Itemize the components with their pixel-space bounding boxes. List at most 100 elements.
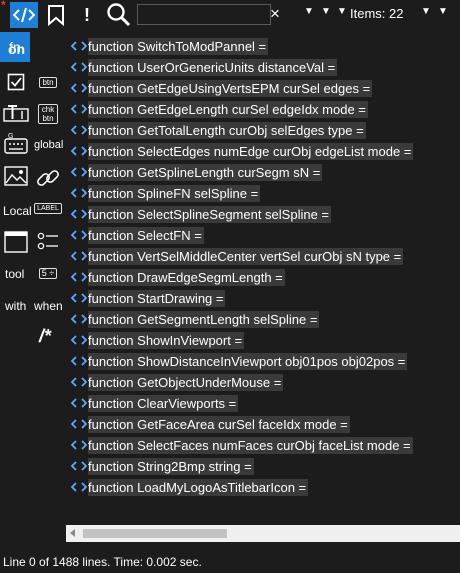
filter-local[interactable]: Local [3,204,32,218]
image-icon[interactable] [4,165,28,189]
list-item[interactable]: function ClearViewports = [66,393,460,414]
chevron-down-icon[interactable]: ▼ [304,6,314,17]
list-item[interactable]: function UserOrGenericUnits distanceVal … [66,57,460,78]
link-icon[interactable] [35,165,61,191]
scrollbar-thumb[interactable] [83,529,227,538]
filter-global[interactable]: global [34,139,63,151]
function-signature: function ShowInViewport = [88,332,245,349]
items-count: Items: 22 [350,6,404,21]
bookmark-icon[interactable] [46,4,66,26]
function-signature: function GetFaceArea curSel faceIdx mode… [88,416,350,433]
window-icon[interactable] [4,230,28,254]
function-signature: function StartDrawing = [88,290,226,307]
list-item[interactable]: function ShowInViewport = [66,330,460,351]
expand-arrows-icon[interactable] [70,123,88,137]
function-signature: function GetEdgeLength curSel edgeIdx mo… [88,101,368,118]
expand-arrows-icon[interactable] [70,102,88,116]
function-signature: function SelectFN = [88,227,204,244]
expand-arrows-icon[interactable] [70,165,88,179]
function-signature: function SwitchToModPannel = [88,38,269,55]
function-list[interactable]: function SwitchToModPannel = function Use… [66,32,460,525]
expand-arrows-icon[interactable] [70,60,88,74]
expand-arrows-icon[interactable] [70,312,88,326]
expand-arrows-icon[interactable] [70,144,88,158]
filter-label[interactable]: LABEL [34,199,62,217]
chk-btn-label: chk btn [38,104,58,124]
function-signature: function ClearViewports = [88,395,239,412]
function-signature: function SplineFN selSpline = [88,185,261,202]
filter-spinner[interactable]: 5 ÷ [36,265,60,281]
search-input[interactable] [137,4,271,25]
spinner-value: 5 [41,267,47,278]
checkbox-icon[interactable] [6,72,26,92]
list-item[interactable]: function SelectFN = [66,225,460,246]
clear-search-button[interactable]: × [270,4,280,24]
list-item[interactable]: function DrawEdgeSegmLength = [66,267,460,288]
expand-arrows-icon[interactable] [70,207,88,221]
function-signature: function GetEdgeUsingVertsEPM curSel edg… [88,80,373,97]
expand-arrows-icon[interactable] [70,480,88,494]
list-item[interactable]: function GetFaceArea curSel faceIdx mode… [66,414,460,435]
list-item[interactable]: function VertSelMiddleCenter vertSel cur… [66,246,460,267]
expand-arrows-icon[interactable] [70,81,88,95]
list-item[interactable]: function GetObjectUnderMouse = [66,372,460,393]
function-signature: function SelectFaces numFaces curObj fac… [88,437,413,454]
chevron-down-icon[interactable]: ▼ [321,6,331,17]
status-bar: Line 0 of 1488 lines. Time: 0.002 sec. [0,542,460,573]
expand-arrows-icon[interactable] [70,438,88,452]
expand-arrows-icon[interactable] [70,291,88,305]
function-signature: function GetSplineLength curSegm sN = [88,164,323,181]
magnifier-icon[interactable] [106,2,132,28]
list-item[interactable]: function String2Bmp string = [66,456,460,477]
expand-arrows-icon[interactable] [70,459,88,473]
expand-arrows-icon[interactable] [70,396,88,410]
list-item[interactable]: function GetSplineLength curSegm sN = [66,162,460,183]
chevron-down-icon[interactable]: ▼ [438,6,448,17]
global-icon[interactable]: G [4,132,28,158]
filter-when[interactable]: when [34,299,63,313]
filter-with[interactable]: with [5,299,26,313]
close-marker[interactable]: * [1,0,6,12]
function-signature: function SelectSplineSegment selSpline = [88,206,332,223]
expand-arrows-icon[interactable] [70,354,88,368]
list-item[interactable]: function LoadMyLogoAsTitlebarIcon = [66,477,460,498]
expand-arrows-icon[interactable] [70,39,88,53]
filter-tool[interactable]: tool [5,267,24,281]
expand-arrows-icon[interactable] [70,375,88,389]
text-field-icon[interactable] [3,102,29,126]
list-item[interactable]: function SelectEdges numEdge curObj edge… [66,141,460,162]
expand-arrows-icon[interactable] [70,417,88,431]
code-view-button[interactable] [10,2,38,28]
chevron-down-icon[interactable]: ▼ [421,6,431,17]
btn-label: btn [39,76,57,88]
toolbar: * ! × ▼ ▼ ▼ Items: 22 ▼ ▼ [0,0,460,30]
radio-list-icon[interactable] [36,231,60,253]
list-item[interactable]: function SelectSplineSegment selSpline = [66,204,460,225]
expand-arrows-icon[interactable] [70,333,88,347]
function-signature: function SelectEdges numEdge curObj edge… [88,143,414,160]
chevron-down-icon[interactable]: ▼ [337,6,347,17]
filter-comment[interactable]: /* [39,326,51,347]
function-signature: function GetObjectUnderMouse = [88,374,284,391]
list-item[interactable]: function ShowDistanceInViewport obj01pos… [66,351,460,372]
scroll-left-arrow[interactable] [70,529,75,537]
expand-arrows-icon[interactable] [70,270,88,284]
important-toggle[interactable]: ! [84,5,90,26]
filter-checkbutton[interactable]: chk btn [36,102,60,126]
expand-arrows-icon[interactable] [70,228,88,242]
list-item[interactable]: function GetTotalLength curObj selEdges … [66,120,460,141]
function-signature: function ShowDistanceInViewport obj01pos… [88,353,408,370]
horizontal-scrollbar[interactable] [66,525,460,542]
list-item[interactable]: function SplineFN selSpline = [66,183,460,204]
list-item[interactable]: function SwitchToModPannel = [66,36,460,57]
expand-arrows-icon[interactable] [70,249,88,263]
list-item[interactable]: function GetEdgeLength curSel edgeIdx mo… [66,99,460,120]
expand-arrows-icon[interactable] [70,186,88,200]
list-item[interactable]: function SelectFaces numFaces curObj fac… [66,435,460,456]
status-text: Line 0 of 1488 lines. Time: 0.002 sec. [3,555,202,569]
list-item[interactable]: function GetEdgeUsingVertsEPM curSel edg… [66,78,460,99]
filter-on[interactable]: on [8,41,25,57]
list-item[interactable]: function GetSegmentLength selSpline = [66,309,460,330]
filter-button[interactable]: btn [36,74,60,90]
list-item[interactable]: function StartDrawing = [66,288,460,309]
